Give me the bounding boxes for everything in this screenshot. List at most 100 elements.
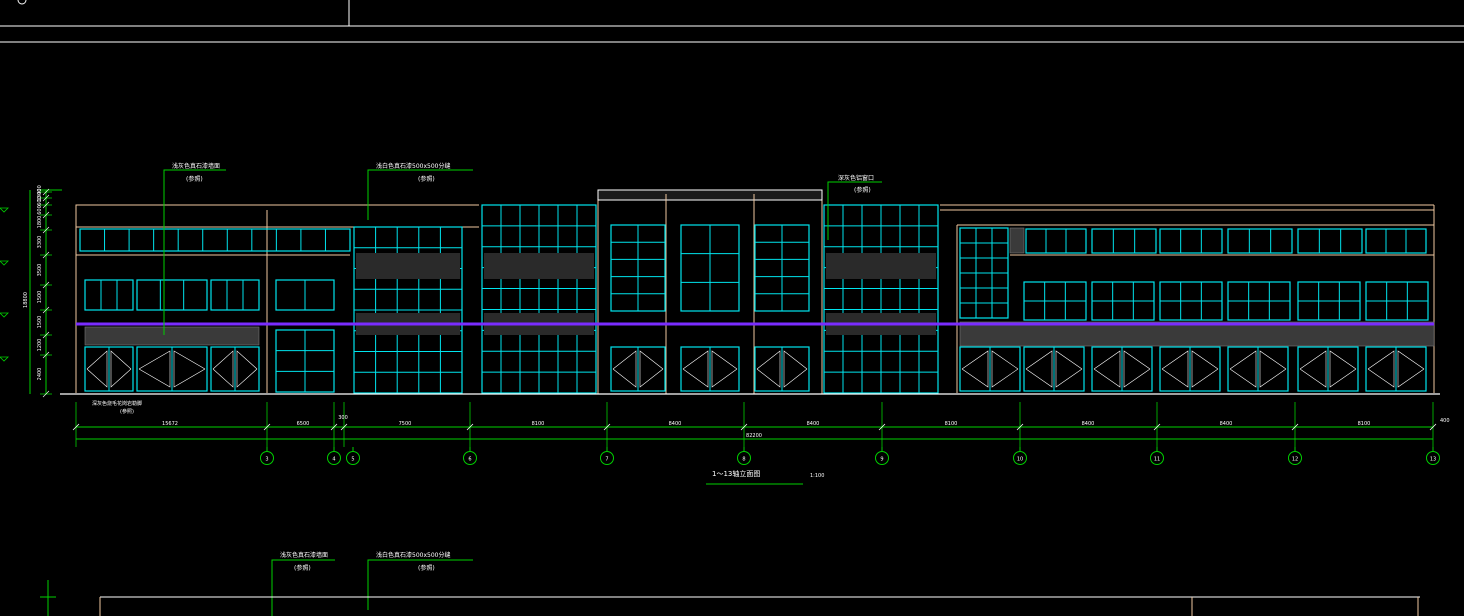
right-shop-window [1297, 281, 1361, 321]
level-marker [0, 312, 9, 318]
annotation-stone-base-ref: (参照) [186, 175, 203, 183]
axis-label: 11 [1154, 457, 1160, 463]
right-shop-window [1227, 281, 1291, 321]
title-frame [0, 0, 1464, 43]
annotation-window-line-ref: (参照) [854, 186, 871, 194]
axis-bubbles: 3 4 5 6 7 8 9 10 11 12 13 [260, 447, 1440, 465]
overall-height-label: 18800 [23, 292, 29, 308]
height-dimension-label: 1200 [37, 339, 43, 352]
segment-dimension-label: 300 [338, 415, 348, 421]
second-annotation-stone-base-ref: (参照) [294, 564, 311, 572]
right-stair-glazing [959, 227, 1009, 319]
tower-window-center [680, 224, 740, 312]
right-upper-window [1159, 228, 1223, 254]
tower-door [610, 346, 666, 392]
right-upper-window [1297, 228, 1363, 254]
hatched-band [356, 253, 460, 279]
right-shop-door [1159, 346, 1221, 392]
axis-label: 3 [265, 457, 268, 463]
annotation-window-line: 深灰色铝窗口 [838, 174, 874, 182]
right-shop-window [1365, 281, 1429, 321]
left-shop-door [210, 346, 260, 392]
right-shop-window [1023, 281, 1087, 321]
tower-door [680, 346, 740, 392]
frame-origin-marker [17, 0, 27, 5]
right-shop-window [1159, 281, 1223, 321]
hatched-band [826, 253, 936, 279]
annotation-ground-note-ref: (参照) [120, 408, 134, 415]
left-shop-window [136, 279, 208, 311]
horizontal-dimension-chain: 15672 6500 300 7500 8100 8400 8400 8100 8400 8400… [72, 402, 1450, 447]
level-marker [0, 207, 9, 213]
segment-dimension-label: 15672 [162, 421, 178, 427]
axis-label: 13 [1430, 457, 1436, 463]
left-shop-door [84, 346, 134, 392]
right-shop-door [1091, 346, 1153, 392]
axis-label: 9 [880, 457, 883, 463]
right-shop-door [1023, 346, 1085, 392]
left-shop-sign-band [84, 326, 260, 346]
curtain-wall-a [353, 226, 463, 394]
second-elevation-partial [40, 559, 1420, 616]
cad-drawing-canvas[interactable]: 2400120015001500350033001800600600130090… [0, 0, 1464, 616]
left-shop-door [136, 346, 208, 392]
second-annotation-stone-panel: 浅白色真石漆500x500分缝 [376, 551, 450, 559]
right-shop-sign-band [959, 321, 1435, 347]
height-dimension-chain: 2400120015001500350033001800600600130090… [0, 185, 62, 398]
right-shop-door [959, 346, 1021, 392]
total-dimension-label: 82200 [746, 433, 762, 439]
glazing-curtain-wall [79, 204, 1435, 394]
left-shop-window [84, 279, 134, 311]
right-shop-window [1091, 281, 1155, 321]
height-dimension-label: 1500 [37, 291, 43, 304]
right-upper-window [1091, 228, 1157, 254]
level-marker [0, 356, 9, 362]
hatched-band [484, 253, 594, 279]
segment-dimension-label: 8100 [532, 421, 545, 427]
left-entrance-door [275, 329, 335, 393]
right-upper-window [1227, 228, 1293, 254]
tower-window-left [610, 224, 666, 312]
right-shop-door [1297, 346, 1359, 392]
segment-dimension-label: 8100 [1358, 421, 1371, 427]
axis-label: 4 [332, 457, 335, 463]
left-shop-window [210, 279, 260, 311]
right-upper-window [1365, 228, 1427, 254]
tower-window-right [754, 224, 810, 312]
height-dimension-label: 3300 [37, 236, 43, 249]
right-upper-window [1025, 228, 1087, 254]
drawing-title: 1～13轴立面图 [712, 469, 760, 478]
height-dimension-label: 900 [37, 185, 43, 195]
annotation-stone-base: 浅灰色真石漆墙面 [172, 162, 220, 170]
segment-dimension-label: 8400 [669, 421, 682, 427]
second-annotation-stone-base: 浅灰色真石漆墙面 [280, 551, 328, 559]
segment-dimension-label: 8100 [945, 421, 958, 427]
left-entrance-window [275, 279, 335, 311]
height-dimension-label: 1500 [37, 316, 43, 329]
height-dimension-label: 1800 [37, 216, 43, 229]
curtain-wall-b [481, 204, 597, 394]
level-marker [0, 260, 9, 266]
right-shop-door [1365, 346, 1427, 392]
right-dark-panel [1009, 227, 1025, 254]
right-shop-door [1227, 346, 1289, 392]
segment-dimension-label: 8400 [807, 421, 820, 427]
drawing-scale: 1:100 [810, 473, 824, 479]
second-annotation-stone-panel-ref: (参照) [418, 564, 435, 572]
axis-label: 10 [1017, 457, 1023, 463]
axis-label: 7 [605, 457, 608, 463]
axis-label: 8 [742, 457, 745, 463]
height-dimension-label: 3500 [37, 264, 43, 277]
axis-label: 6 [468, 457, 471, 463]
height-dimension-label: 2400 [37, 368, 43, 381]
annotation-stone-panel: 浅白色真石漆500x500分缝 [376, 162, 450, 170]
end-dimension-label: 400 [1440, 418, 1450, 424]
curtain-wall-c [823, 204, 939, 394]
axis-label: 5 [351, 457, 354, 463]
tower-door [754, 346, 810, 392]
axis-label: 12 [1292, 457, 1298, 463]
annotation-stone-panel-ref: (参照) [418, 175, 435, 183]
segment-dimension-label: 8400 [1082, 421, 1095, 427]
left-upper-window-strip [79, 228, 351, 252]
annotation-ground-note: 深灰色烧毛花岗岩勒脚 [92, 400, 142, 407]
